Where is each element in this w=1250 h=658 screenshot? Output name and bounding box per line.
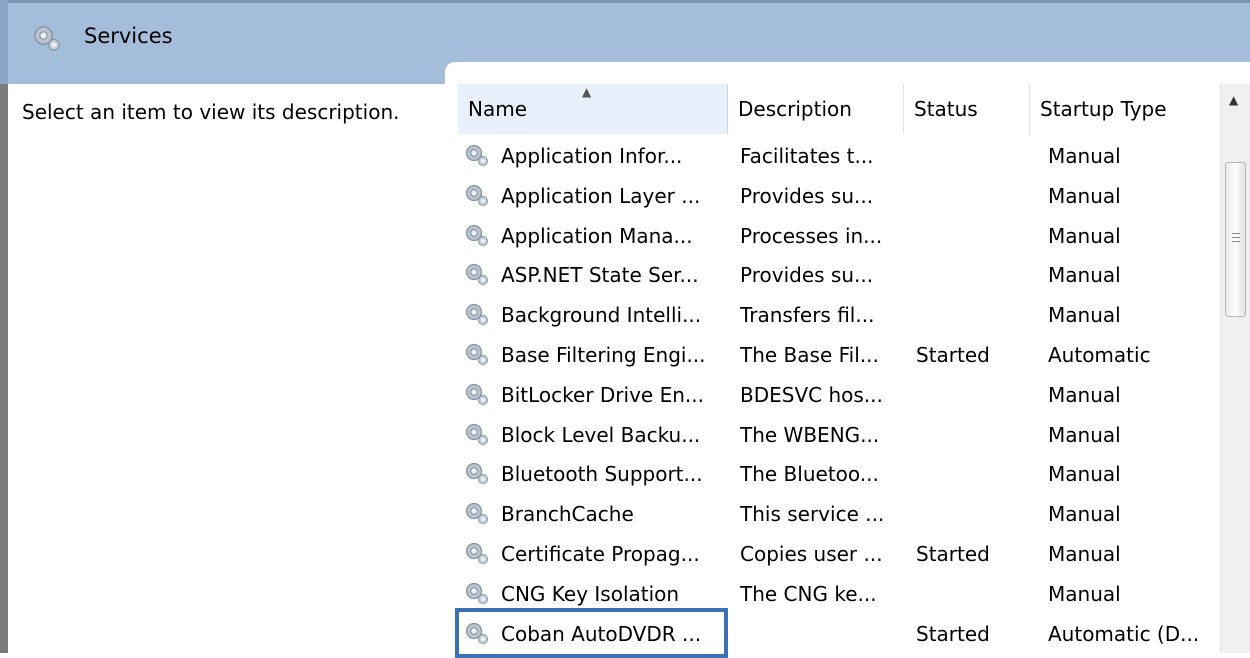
service-status: Started: [916, 541, 990, 566]
service-startup-type: Manual: [1048, 502, 1121, 527]
service-name: Application Layer ...: [501, 183, 701, 208]
service-startup-type: Automatic: [1048, 342, 1151, 367]
description-pane: Select an item to view its description.: [8, 84, 445, 653]
service-startup-type: Manual: [1048, 462, 1121, 487]
service-gear-icon: [465, 383, 489, 405]
service-startup-type: Manual: [1048, 303, 1121, 328]
service-gear-icon: [465, 343, 489, 366]
column-header-status-label: Status: [914, 97, 978, 121]
service-name: Certificate Propag...: [501, 541, 700, 566]
table-row[interactable]: Background Intelli... Transfers fil... M…: [458, 295, 1220, 335]
service-name: Application Infor...: [501, 144, 683, 168]
table-row[interactable]: Application Layer ... Provides su... Man…: [458, 176, 1220, 216]
service-description: Provides su...: [740, 263, 874, 288]
service-startup-type: Manual: [1048, 263, 1121, 288]
service-name: Background Intelli...: [501, 303, 702, 328]
service-status: Started: [916, 621, 990, 646]
table-row[interactable]: ASP.NET State Ser... Provides su... Manu…: [458, 255, 1220, 295]
title-bar-border: [0, 0, 1250, 3]
service-description: Transfers fil...: [740, 303, 875, 328]
service-gear-icon: [465, 423, 489, 445]
title-bar-left-edge: [0, 0, 8, 84]
service-startup-type: Automatic (D...: [1048, 621, 1200, 646]
table-row[interactable]: Application Mana... Processes in... Manu…: [458, 216, 1220, 256]
service-name: Application Mana...: [501, 223, 693, 248]
services-gear-icon: [34, 26, 60, 51]
service-startup-type: Manual: [1048, 382, 1121, 407]
service-startup-type: Manual: [1048, 422, 1121, 447]
table-row[interactable]: Certificate Propag... Copies user ... St…: [458, 534, 1220, 574]
service-startup-type: Manual: [1048, 541, 1121, 566]
service-startup-type: Manual: [1048, 144, 1121, 168]
service-gear-icon: [465, 224, 489, 246]
service-status: Started: [916, 342, 990, 367]
column-header-startup-type[interactable]: Startup Type: [1030, 84, 1220, 134]
column-header-startup-type-label: Startup Type: [1040, 97, 1167, 121]
scroll-up-arrow-icon[interactable]: ▲: [1229, 94, 1238, 106]
scroll-thumb[interactable]: [1225, 162, 1246, 317]
table-row[interactable]: BitLocker Drive En... BDESVC hos... Manu…: [458, 375, 1220, 415]
service-description: The WBENG...: [740, 422, 880, 447]
column-header-name[interactable]: Name: [458, 84, 728, 134]
service-name: CNG Key Isolation: [501, 581, 680, 606]
service-startup-type: Manual: [1048, 581, 1121, 606]
service-name: Block Level Backu...: [501, 422, 701, 447]
service-description: The CNG ke...: [740, 581, 877, 606]
service-description: Provides su...: [740, 183, 874, 208]
table-row[interactable]: BranchCache This service ... Manual: [458, 494, 1220, 534]
service-gear-icon: [465, 503, 489, 525]
service-description: Copies user ...: [740, 541, 883, 566]
left-edge-strip: [0, 84, 8, 653]
service-gear-icon: [465, 463, 489, 485]
column-header-description-label: Description: [738, 97, 852, 121]
service-gear-icon: [465, 622, 489, 644]
table-row[interactable]: Base Filtering Engi... The Base Fil... S…: [458, 335, 1220, 375]
service-startup-type: Manual: [1048, 223, 1121, 248]
scroll-grip-line: [1232, 237, 1240, 238]
service-gear-icon: [465, 144, 489, 167]
service-description: Processes in...: [740, 223, 883, 248]
service-name: Coban AutoDVDR ...: [501, 621, 702, 646]
table-row[interactable]: Bluetooth Support... The Bluetoo... Manu…: [458, 454, 1220, 494]
scroll-grip-line: [1232, 241, 1240, 242]
vertical-scrollbar[interactable]: ▲: [1220, 84, 1250, 653]
table-row[interactable]: Application Infor... Facilitates t... Ma…: [458, 136, 1220, 176]
window-title: Services: [84, 24, 173, 48]
description-text: Select an item to view its description.: [22, 100, 400, 124]
service-description: Facilitates t...: [740, 144, 874, 168]
services-table-body: Application Infor... Facilitates t... Ma…: [458, 136, 1220, 653]
service-description: BDESVC hos...: [740, 382, 883, 407]
service-description: The Bluetoo...: [740, 462, 879, 487]
service-gear-icon: [465, 264, 489, 286]
service-name: ASP.NET State Ser...: [501, 263, 699, 288]
service-gear-icon: [465, 304, 489, 326]
column-header-description[interactable]: Description: [728, 84, 904, 134]
service-gear-icon: [465, 184, 489, 206]
sort-ascending-icon: ▲: [582, 85, 592, 99]
table-row[interactable]: Coban AutoDVDR ... Started Automatic (D.…: [458, 614, 1220, 654]
service-name: Base Filtering Engi...: [501, 342, 706, 367]
service-name: BranchCache: [501, 502, 634, 527]
service-description: This service ...: [740, 502, 885, 527]
scroll-grip-line: [1232, 233, 1240, 234]
service-description: The Base Fil...: [740, 342, 879, 367]
service-gear-icon: [465, 542, 489, 565]
service-startup-type: Manual: [1048, 183, 1121, 208]
service-gear-icon: [465, 582, 489, 604]
column-header-status[interactable]: Status: [904, 84, 1030, 134]
column-header-name-label: Name: [468, 97, 528, 121]
service-name: BitLocker Drive En...: [501, 382, 704, 407]
service-name: Bluetooth Support...: [501, 462, 703, 487]
table-row[interactable]: Block Level Backu... The WBENG... Manual: [458, 415, 1220, 455]
table-row[interactable]: CNG Key Isolation The CNG ke... Manual: [458, 574, 1220, 614]
